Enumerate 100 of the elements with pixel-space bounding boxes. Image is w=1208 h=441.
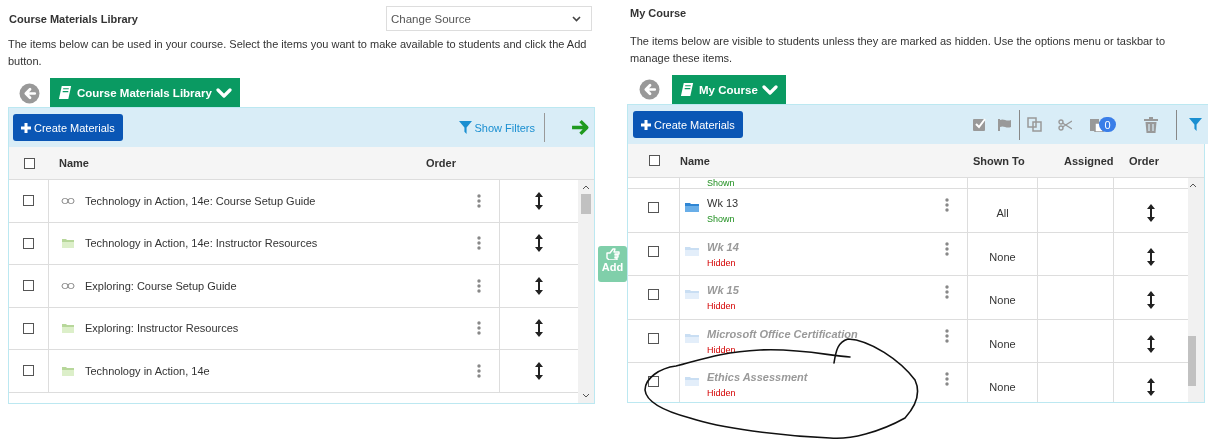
item-name: Technology in Action, 14e: Course Setup Guide (84, 194, 317, 207)
scrollbar[interactable] (578, 180, 594, 403)
select-all-checkbox[interactable] (23, 157, 35, 169)
create-materials-button[interactable]: Create Materials (633, 111, 743, 138)
item-name: Wk 14 (707, 240, 740, 253)
visibility-status: Hidden (707, 344, 737, 355)
row-checkbox[interactable] (22, 195, 34, 207)
panel-title: My Course (630, 7, 687, 19)
options-menu-icon[interactable] (477, 278, 482, 293)
reorder-icon[interactable] (535, 361, 544, 380)
row-checkbox[interactable] (648, 376, 659, 387)
row-checkbox[interactable] (22, 365, 34, 377)
options-menu-icon[interactable] (945, 285, 949, 299)
scrollbar[interactable] (1188, 178, 1204, 402)
column-header: Shown To (973, 154, 1026, 167)
folder-icon (685, 202, 699, 212)
reorder-icon[interactable] (1147, 204, 1155, 223)
back-icon[interactable] (639, 79, 660, 100)
shown-to-value: None (989, 337, 1016, 350)
folder-icon (685, 289, 699, 299)
scroll-up-icon[interactable] (582, 184, 590, 190)
breadcrumb-dropdown[interactable]: My Course (672, 75, 786, 104)
breadcrumb-dropdown[interactable]: Course Materials Library (50, 78, 240, 107)
plus-icon (21, 122, 31, 133)
item-name: Exploring: Instructor Resources (84, 322, 240, 335)
arrow-right-icon[interactable] (571, 119, 590, 136)
folder-icon (685, 332, 699, 343)
pointing-hand-icon (605, 248, 620, 260)
item-name: Ethics Assessment (707, 371, 809, 383)
shown-to-value: None (989, 250, 1016, 263)
scroll-thumb[interactable] (1188, 336, 1196, 386)
shown-to-value: All (996, 207, 1009, 220)
column-header: Name (58, 157, 90, 169)
options-menu-icon[interactable] (477, 236, 482, 251)
description-text: The items below can be used in your course. Select the items you want to make available to students and click the Add button. (8, 37, 588, 69)
scroll-down-icon[interactable] (582, 393, 590, 399)
column-header: Assigned (1064, 154, 1115, 167)
link-icon (60, 281, 75, 290)
row-checkbox[interactable] (648, 202, 659, 213)
scroll-thumb[interactable] (581, 194, 591, 214)
column-header: Order (1129, 154, 1159, 167)
shown-to-value: None (989, 294, 1016, 307)
folder-icon (61, 323, 74, 334)
row-checkbox[interactable] (648, 245, 659, 257)
filter-icon (459, 121, 473, 134)
item-name: Technology in Action, 14e: Instructor Resources (84, 237, 319, 250)
plus-icon (641, 119, 651, 130)
visibility-status: Shown (707, 178, 735, 188)
create-materials-button[interactable]: Create Materials (13, 114, 123, 141)
visibility-status: Shown (707, 214, 736, 224)
column-header: Order (426, 157, 456, 169)
folder-icon (685, 245, 699, 256)
scroll-up-icon[interactable] (1189, 182, 1197, 188)
options-menu-icon[interactable] (477, 363, 482, 378)
visibility-status: Hidden (707, 301, 737, 311)
options-menu-icon[interactable] (477, 193, 482, 208)
folder-icon (61, 365, 74, 376)
reorder-icon[interactable] (1147, 291, 1155, 310)
item-name: Microsoft Office Certification (707, 327, 859, 340)
reorder-icon[interactable] (535, 276, 544, 295)
back-icon[interactable] (18, 83, 40, 104)
row-checkbox[interactable] (22, 280, 34, 292)
options-menu-icon[interactable] (945, 372, 949, 386)
select-all-checkbox[interactable] (648, 155, 660, 166)
reorder-icon[interactable] (1147, 247, 1155, 266)
show-filters-link[interactable]: Show Filters (459, 121, 535, 134)
book-icon (58, 85, 73, 100)
visibility-status: Hidden (707, 257, 737, 268)
count-badge: 0 (1099, 117, 1116, 132)
item-name: Wk 13 (707, 197, 740, 209)
chevron-down-icon (215, 86, 232, 99)
source-dropdown[interactable]: Change Source (386, 6, 592, 31)
reorder-icon[interactable] (535, 319, 544, 338)
folder-icon (61, 238, 74, 249)
link-icon (60, 196, 75, 205)
column-header: Name (680, 154, 711, 167)
options-menu-icon[interactable] (945, 241, 949, 256)
folder-icon (685, 376, 699, 386)
filter-icon[interactable] (1189, 118, 1202, 131)
reorder-icon[interactable] (1147, 378, 1155, 397)
description-text: The items below are visible to students unless they are marked as hidden. Use the options menu or taskbar to manage these items. (630, 34, 1166, 66)
panel-title: Course Materials Library (9, 12, 138, 25)
visibility-status: Hidden (707, 388, 737, 398)
shown-to-value: None (989, 381, 1016, 394)
chevron-down-icon (572, 15, 581, 22)
row-checkbox[interactable] (648, 332, 659, 344)
row-checkbox[interactable] (648, 289, 659, 300)
row-checkbox[interactable] (22, 322, 34, 334)
row-checkbox[interactable] (22, 237, 34, 249)
options-menu-icon[interactable] (477, 321, 482, 336)
check-square-icon[interactable] (973, 118, 986, 131)
options-menu-icon[interactable] (945, 198, 949, 212)
reorder-icon[interactable] (535, 191, 544, 210)
options-menu-icon[interactable] (945, 328, 949, 343)
reorder-icon[interactable] (535, 234, 544, 253)
chevron-down-icon (761, 83, 778, 96)
reorder-icon[interactable] (1147, 334, 1155, 353)
book-icon (680, 82, 695, 97)
item-name: Exploring: Course Setup Guide (84, 279, 238, 292)
item-name: Wk 15 (707, 284, 740, 296)
